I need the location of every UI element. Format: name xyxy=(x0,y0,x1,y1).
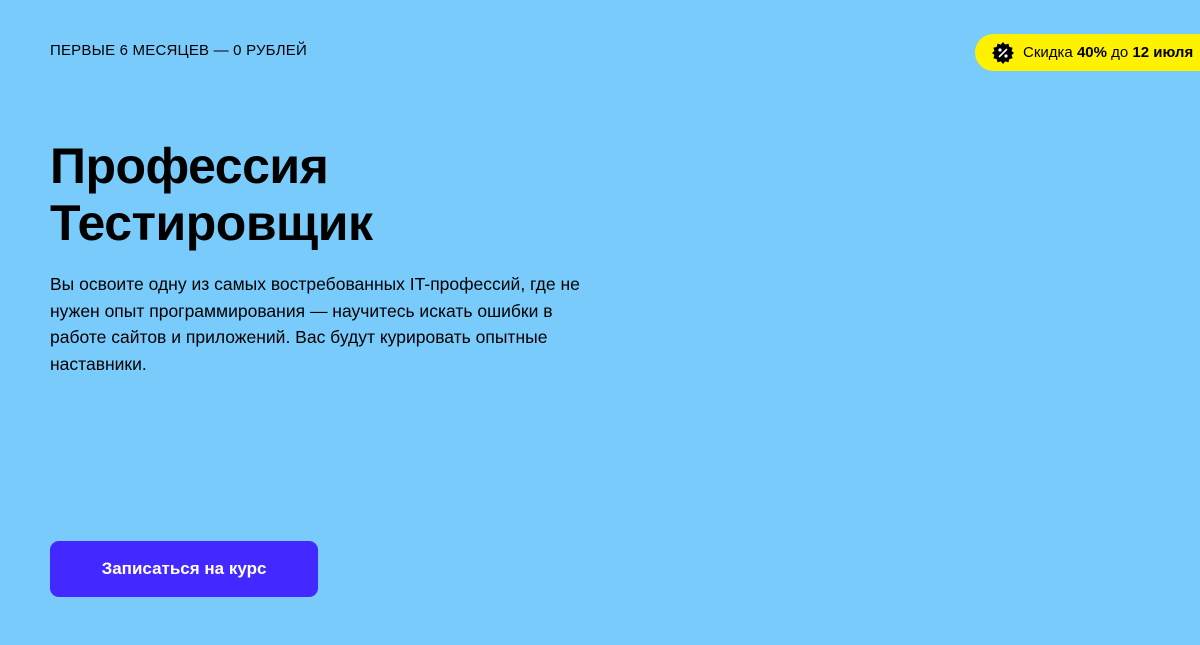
title-line-tester: Тестировщик xyxy=(50,195,373,251)
course-description: Вы освоите одну из самых востребованных … xyxy=(50,274,580,374)
percent-badge-icon xyxy=(991,41,1015,65)
title-line-profession: Профессия xyxy=(50,138,329,194)
page-title: Профессия Тестировщик xyxy=(50,138,373,252)
discount-badge[interactable]: Скидка 40% до 12 июля xyxy=(975,34,1200,71)
enroll-button[interactable]: Записаться на курс xyxy=(50,541,318,597)
discount-value: 40% xyxy=(1076,44,1107,61)
promo-eyebrow: ПЕРВЫЕ 6 МЕСЯЦЕВ — 0 РУБЛЕЙ xyxy=(50,42,307,59)
discount-middle: до xyxy=(1106,44,1133,61)
discount-date: 12 июля xyxy=(1132,44,1194,61)
discount-prefix: Скидка xyxy=(1023,44,1077,61)
hero-section: ПЕРВЫЕ 6 МЕСЯЦЕВ — 0 РУБЛЕЙ Скидка 40% д… xyxy=(0,0,1200,645)
discount-text: Скидка 40% до 12 июля xyxy=(1023,44,1193,61)
